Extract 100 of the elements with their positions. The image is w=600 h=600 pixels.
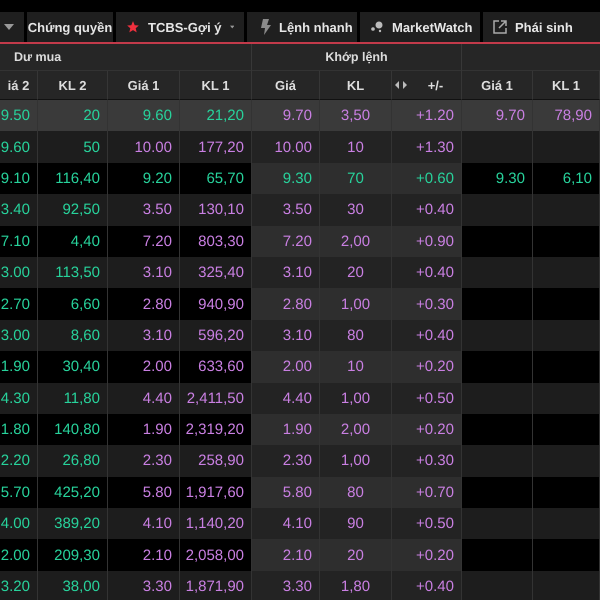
table-cell: 50 (38, 131, 108, 163)
table-cell: 80 (320, 320, 392, 352)
table-cell: 1,917,60 (180, 476, 252, 508)
column-header[interactable]: Giá (252, 71, 320, 100)
toolbar-tab[interactable]: MarketWatch (360, 12, 480, 42)
table-cell: 803,30 (180, 226, 252, 257)
resize-arrows-icon[interactable] (395, 81, 407, 89)
table-cell: +0.50 (392, 508, 462, 540)
dots-icon (370, 21, 384, 33)
table-cell: +1.30 (392, 131, 462, 163)
table-cell: 2.00 (252, 351, 320, 383)
table-cell: 1,140,20 (180, 508, 252, 540)
toolbar-tab[interactable]: Chứng quyền (27, 12, 113, 42)
caret-icon (230, 24, 234, 30)
table-cell: 2,00 (320, 414, 392, 446)
dropdown-button[interactable] (0, 12, 24, 42)
column-header[interactable]: KL 1 (180, 71, 252, 100)
table-cell: 3.00 (0, 320, 38, 352)
table-cell: 3.10 (108, 320, 180, 352)
table-cell: 4.40 (252, 382, 320, 414)
table-cell: 4.40 (108, 382, 180, 414)
table-cell: +0.40 (392, 570, 462, 600)
table-cell: 20 (38, 100, 108, 132)
group-header: Khớp lệnh (252, 44, 462, 71)
table-cell: 90 (320, 508, 392, 540)
table-cell: 92,50 (38, 194, 108, 226)
table-cell: 7.10 (0, 226, 38, 257)
table-cell: 4.30 (0, 382, 38, 414)
column-header[interactable]: +/- (392, 71, 462, 100)
table-cell: 2,411,50 (180, 382, 252, 414)
column-header[interactable]: Giá 1 (108, 71, 180, 100)
table-cell: 389,20 (38, 508, 108, 540)
table-cell: 5.80 (108, 476, 180, 508)
table-cell: +0.50 (392, 382, 462, 414)
table-cell: 1.80 (0, 414, 38, 446)
table-cell: 10.00 (108, 131, 180, 163)
table-cell: +0.70 (392, 476, 462, 508)
toolbar-tab[interactable]: TCBS-Gợi ý (116, 12, 244, 42)
table-cell: 258,90 (180, 445, 252, 477)
star-icon (126, 20, 140, 34)
table-cell: 4,40 (38, 226, 108, 257)
table-cell: 130,10 (180, 194, 252, 226)
table-cell: +0.60 (392, 162, 462, 194)
table-cell: 9.10 (0, 162, 38, 194)
table-cell: 3.30 (252, 570, 320, 600)
table-cell: 9.70 (462, 100, 533, 132)
table-cell: +0.20 (392, 414, 462, 446)
table-cell: 2.00 (0, 539, 38, 571)
table-cell: 3,50 (320, 100, 392, 132)
table-cell: 1.90 (252, 414, 320, 446)
table-cell: 2.20 (0, 445, 38, 477)
column-header[interactable]: KL 1 (533, 71, 600, 100)
table-cell: 38,00 (38, 570, 108, 600)
table-cell: 113,50 (38, 256, 108, 288)
table-cell: +0.40 (392, 320, 462, 352)
table-cell: 1,80 (320, 570, 392, 600)
table-cell: 3.10 (252, 320, 320, 352)
table-cell: 2.80 (252, 288, 320, 320)
table-cell: 2.70 (0, 288, 38, 320)
table-cell: +0.20 (392, 351, 462, 383)
table-cell: 9.60 (0, 131, 38, 163)
table-cell: 2,00 (320, 226, 392, 257)
table-cell: 3.40 (0, 194, 38, 226)
lightning-icon (261, 19, 271, 35)
table-cell: 3.10 (252, 256, 320, 288)
table-cell: 2,319,20 (180, 414, 252, 446)
toolbar-tab[interactable]: Phái sinh (483, 12, 600, 42)
table-cell: 596,20 (180, 320, 252, 352)
table-cell: 20 (320, 539, 392, 571)
table-cell: 26,80 (38, 445, 108, 477)
table-cell: 4.10 (252, 508, 320, 540)
table-cell: 9.70 (252, 100, 320, 132)
table-cell: 2.10 (252, 539, 320, 571)
table-cell: 177,20 (180, 131, 252, 163)
table-cell: 10.00 (252, 131, 320, 163)
table-cell: 2.30 (252, 445, 320, 477)
table-cell: 3.30 (108, 570, 180, 600)
column-header[interactable]: KL (320, 71, 392, 100)
table-cell: +0.90 (392, 226, 462, 257)
table-cell: +0.40 (392, 256, 462, 288)
toolbar-tab[interactable]: Lệnh nhanh (247, 12, 357, 42)
table-cell: +0.20 (392, 539, 462, 571)
table-cell: 140,80 (38, 414, 108, 446)
table-cell: 9.30 (252, 162, 320, 194)
table-cell: 3.50 (108, 194, 180, 226)
table-cell: 9.50 (0, 100, 38, 132)
column-header[interactable]: iá 2 (0, 71, 38, 100)
table-cell: 70 (320, 162, 392, 194)
table-cell: 21,20 (180, 100, 252, 132)
external-link-icon (493, 20, 507, 34)
table-cell: 3.50 (252, 194, 320, 226)
column-header[interactable]: KL 2 (38, 71, 108, 100)
table-cell: 30 (320, 194, 392, 226)
table-cell: 5.70 (0, 476, 38, 508)
table-cell: 1,871,90 (180, 570, 252, 600)
table-cell: 5.80 (252, 476, 320, 508)
table-cell: 3.20 (0, 570, 38, 600)
table-cell: 1.90 (0, 351, 38, 383)
table-cell: 20 (320, 256, 392, 288)
column-header[interactable]: Giá 1 (462, 71, 533, 100)
